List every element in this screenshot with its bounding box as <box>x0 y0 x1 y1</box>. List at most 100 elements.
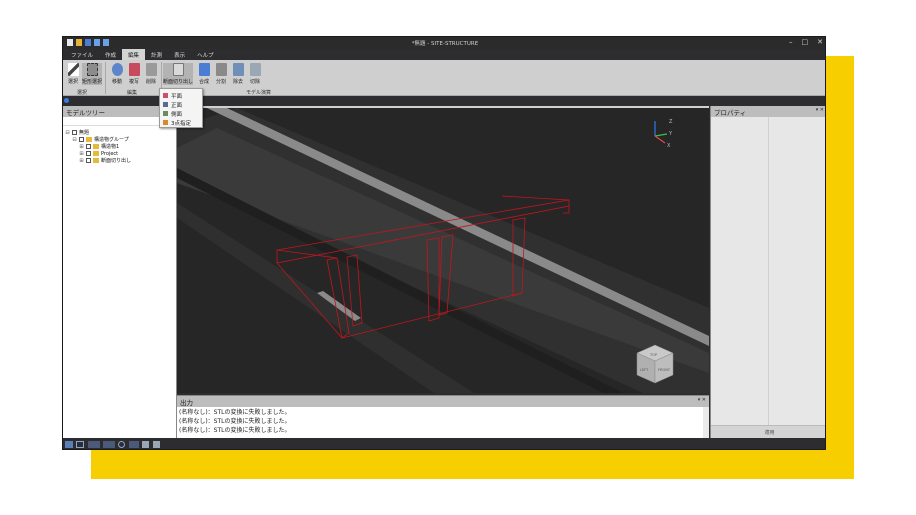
dropdown-item-three-point-label: 3点指定 <box>171 120 191 127</box>
copy-button[interactable]: 複写 <box>126 63 142 85</box>
info-icon <box>64 98 69 103</box>
output-panel: 出力 ▾ ✕ (名称なし)：STLの変換に失敗しました。 (名称なし)：STLの… <box>177 395 709 439</box>
menu-measure[interactable]: 計測 <box>145 49 168 60</box>
side-view-icon <box>163 111 168 116</box>
rotate-icon[interactable] <box>153 441 160 448</box>
status-bar <box>63 438 825 449</box>
dropdown-item-side[interactable]: 側面 <box>160 109 202 118</box>
target-toggle-icon[interactable] <box>118 441 125 448</box>
group-label-edit: 編集 <box>127 90 138 96</box>
dropdown-item-three-point[interactable]: 3点指定 <box>160 118 202 127</box>
window-title: *無題 - SITE-STRUCTURE <box>411 41 479 47</box>
rect-select-button[interactable]: 矩形選択 <box>82 63 102 85</box>
group-label-select: 選択 <box>77 90 88 96</box>
apply-button[interactable]: 適用 <box>711 425 825 438</box>
z-axis-label: Z <box>669 119 673 125</box>
menu-edit[interactable]: 編集 <box>122 49 146 60</box>
select-button[interactable]: 選択 <box>65 63 81 85</box>
split-icon <box>215 63 227 76</box>
model-tree-panel: モデルツリー ▾ ✕ ⊟ 無題 ⊟ 構造物グループ ⊞ 構造物1 <box>63 106 177 438</box>
folder-icon <box>93 144 99 149</box>
menu-bar: ファイル 作成 編集 計測 表示 ヘルプ <box>63 49 825 60</box>
visibility-checkbox[interactable] <box>86 158 91 163</box>
snap-toggle-icon[interactable] <box>88 441 100 448</box>
folder-icon <box>93 151 99 156</box>
model-tree: ⊟ 無題 ⊟ 構造物グループ ⊞ 構造物1 ⊞ Project ⊞ 断面切り出し <box>63 126 176 165</box>
move-button-label: 移動 <box>111 79 122 85</box>
dropdown-item-plan[interactable]: 平面 <box>160 91 202 100</box>
menu-view[interactable]: 表示 <box>168 49 191 60</box>
collapse-icon[interactable]: ⊟ <box>72 137 77 143</box>
tree-node[interactable]: ⊟ 無題 <box>63 129 176 137</box>
plan-view-icon <box>163 93 168 98</box>
group-label-model-ops: モデル演算 <box>246 90 272 96</box>
panel-pin-icon[interactable]: ▾ ✕ <box>816 107 824 113</box>
dropdown-item-front-label: 正面 <box>171 102 183 109</box>
menu-file[interactable]: ファイル <box>65 49 99 60</box>
split-button[interactable]: 分割 <box>213 63 229 85</box>
maximize-button[interactable]: □ <box>802 38 809 46</box>
dropdown-item-front[interactable]: 正面 <box>160 100 202 109</box>
tree-node[interactable]: ⊞ 断面切り出し <box>63 157 176 165</box>
section-cut-button-label: 断面切り出し <box>163 79 194 85</box>
tree-node[interactable]: ⊞ Project <box>63 150 176 157</box>
remove-icon <box>232 63 244 76</box>
model-tree-title: モデルツリー <box>66 109 105 117</box>
move-button[interactable]: 移動 <box>109 63 125 85</box>
measure-toggle-icon[interactable] <box>129 441 139 448</box>
properties-title: プロパティ <box>714 109 747 117</box>
cut-button-label: 切除 <box>249 79 260 85</box>
rect-select-icon <box>86 63 98 76</box>
visibility-checkbox[interactable] <box>72 130 77 135</box>
remove-button[interactable]: 除去 <box>230 63 246 85</box>
move-arrows-icon <box>111 63 123 76</box>
merge-button[interactable]: 合成 <box>196 63 212 85</box>
merge-button-label: 合成 <box>198 79 209 85</box>
collapse-icon[interactable]: ⊟ <box>65 130 70 136</box>
section-cut-dropdown: 平面 正面 側面 3点指定 <box>159 88 203 128</box>
front-view-icon <box>163 102 168 107</box>
select-button-label: 選択 <box>67 79 78 85</box>
title-bar: *無題 - SITE-STRUCTURE – □ ✕ <box>63 37 825 49</box>
tree-node[interactable]: ⊟ 構造物グループ <box>63 136 176 144</box>
tree-node-label: 構造物1 <box>101 144 120 150</box>
panel-pin-icon[interactable]: ▾ ✕ <box>698 397 706 403</box>
view-cube-front-label: FRONT <box>658 368 671 372</box>
menu-help[interactable]: ヘルプ <box>191 49 220 60</box>
visibility-checkbox[interactable] <box>86 144 91 149</box>
cut-icon <box>249 63 261 76</box>
folder-icon <box>86 137 92 142</box>
view-cube[interactable]: TOP LEFT FRONT <box>636 344 674 384</box>
properties-panel: プロパティ ▾ ✕ 適用 <box>710 106 825 438</box>
minimize-button[interactable]: – <box>789 38 793 46</box>
tree-node[interactable]: ⊞ 構造物1 <box>63 143 176 151</box>
menu-create[interactable]: 作成 <box>99 49 122 60</box>
delete-button[interactable]: 削除 <box>143 63 159 85</box>
tree-node-label: 構造物グループ <box>94 137 129 143</box>
output-title: 出力 <box>180 399 193 407</box>
split-button-label: 分割 <box>215 79 226 85</box>
expand-icon[interactable]: ⊞ <box>79 158 84 164</box>
pointer-icon <box>67 63 79 76</box>
view-cube-left-label: LEFT <box>640 368 649 372</box>
close-button[interactable]: ✕ <box>817 38 823 46</box>
remove-button-label: 除去 <box>232 79 243 85</box>
output-scrollbar[interactable] <box>703 407 709 439</box>
dropdown-item-side-label: 側面 <box>171 111 183 118</box>
visibility-checkbox[interactable] <box>86 151 91 156</box>
section-cut-button[interactable]: 断面切り出し <box>163 63 193 85</box>
tree-node-label: Project <box>101 150 119 157</box>
output-header: 出力 ▾ ✕ <box>177 396 709 407</box>
grid-toggle-icon[interactable] <box>65 441 73 448</box>
ortho-toggle-icon[interactable] <box>103 441 115 448</box>
output-line: (名称なし)：STLの変換に失敗しました。 <box>179 418 291 425</box>
cut-button[interactable]: 切除 <box>247 63 263 85</box>
visibility-checkbox[interactable] <box>79 137 84 142</box>
expand-icon[interactable]: ⊞ <box>79 151 84 157</box>
pan-icon[interactable] <box>142 441 149 448</box>
application-window: *無題 - SITE-STRUCTURE – □ ✕ ファイル 作成 編集 計測… <box>62 36 826 450</box>
plane-toggle-icon[interactable] <box>76 441 84 448</box>
expand-icon[interactable]: ⊞ <box>79 144 84 150</box>
view-cube-top-label: TOP <box>649 353 657 357</box>
3d-viewport[interactable]: Z Y X TOP LEFT FRONT <box>177 106 709 393</box>
